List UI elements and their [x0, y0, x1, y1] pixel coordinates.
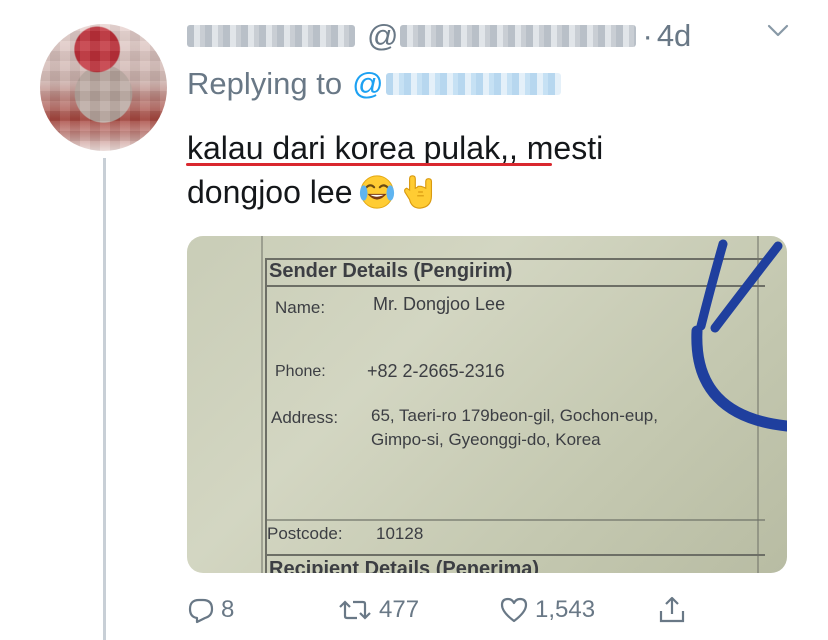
reply-count: 8	[221, 596, 235, 623]
tweet-actions: 8 477 1,543	[187, 592, 787, 632]
love-you-gesture-icon	[404, 175, 433, 209]
reply-action[interactable]: 8	[187, 592, 234, 628]
chevron-down-icon[interactable]	[766, 20, 790, 40]
photo-phone-label: Phone:	[275, 363, 326, 380]
tweet-text-line-2: dongjoo lee	[187, 174, 353, 210]
photo-section-title: Sender Details (Pengirim)	[269, 260, 513, 282]
retweet-icon	[339, 600, 371, 620]
tweet-text-line-2-wrap: dongjoo lee	[187, 170, 747, 214]
replying-label: Replying to	[187, 66, 343, 101]
photo-address-line-1: 65, Taeri-ro 179beon-gil, Gochon-eup,	[371, 406, 658, 425]
share-icon	[659, 596, 685, 623]
tweet-header: @ · 4d	[187, 14, 691, 58]
share-action[interactable]	[657, 592, 693, 628]
retweet-count: 477	[379, 596, 420, 623]
red-underline-annotation	[186, 163, 552, 166]
avatar[interactable]	[40, 24, 167, 151]
heart-icon	[500, 597, 528, 623]
reply-icon	[188, 598, 214, 624]
photo-next-section: Recipient Details (Penerima)	[269, 558, 540, 573]
replying-handle-redacted[interactable]	[385, 73, 561, 95]
timestamp[interactable]: 4d	[657, 18, 691, 54]
photo-postcode-label: Postcode:	[267, 524, 343, 543]
blue-marker-annotation	[691, 239, 787, 432]
photo-postcode-value: 10128	[376, 524, 424, 543]
photo-address-label: Address:	[271, 408, 339, 427]
photo-phone-value: +82 2-2665-2316	[367, 361, 505, 381]
tears-of-joy-emoji-icon	[360, 175, 395, 209]
thread-connector	[103, 158, 106, 640]
separator-dot: ·	[642, 18, 653, 53]
attached-photo[interactable]: Sender Details (Pengirim) Name: Mr. Dong…	[187, 236, 787, 573]
retweet-action[interactable]: 477	[337, 592, 419, 628]
photo-address-line-2: Gimpo-si, Gyeonggi-do, Korea	[371, 430, 601, 449]
like-action[interactable]: 1,543	[499, 592, 595, 628]
photo-name-label: Name:	[275, 298, 326, 317]
tweet-text: kalau dari korea pulak,, mesti dongjoo l…	[187, 126, 747, 214]
like-count: 1,543	[535, 596, 596, 623]
handle-prefix: @	[367, 18, 399, 53]
replying-handle-prefix[interactable]: @	[352, 66, 383, 102]
photo-name-value: Mr. Dongjoo Lee	[373, 294, 506, 314]
handle-redacted[interactable]	[400, 25, 637, 47]
display-name-redacted[interactable]	[187, 25, 355, 47]
replying-to: Replying to @	[187, 62, 561, 106]
